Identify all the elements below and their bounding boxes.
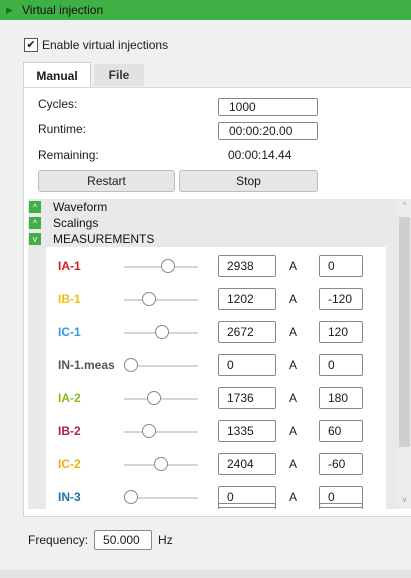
unit-label: A [289, 358, 298, 372]
measurement-row: IA-2 1736 A 180 [46, 387, 386, 411]
section-waveform-label: Waveform [53, 200, 108, 214]
section-waveform[interactable]: ^ Waveform [28, 200, 107, 214]
slider-track[interactable] [124, 299, 198, 301]
measurement-name: IA-2 [58, 391, 81, 405]
measurements-list: IA-1 2938 A 0 IB-1 1202 A -120 IC-1 2672 A 120 IN-1.… [46, 247, 386, 509]
unit-label: A [289, 490, 298, 504]
cycles-input[interactable]: 1000 [218, 98, 318, 116]
scrollbar-thumb[interactable] [399, 217, 410, 447]
angle-input[interactable]: 0 [319, 255, 363, 277]
section-measurements-label: MEASUREMENTS [53, 232, 155, 246]
enable-virtual-injections[interactable]: ✔ Enable virtual injections [24, 38, 168, 52]
vertical-scrollbar[interactable]: ^ v [398, 199, 411, 509]
slider-knob[interactable] [124, 490, 138, 504]
enable-label: Enable virtual injections [42, 38, 169, 52]
magnitude-input[interactable]: 1335 [218, 420, 276, 442]
magnitude-input[interactable]: 2404 [218, 453, 276, 475]
slider-knob[interactable] [142, 424, 156, 438]
frequency-input[interactable]: 50.000 [94, 530, 153, 550]
section-measurements[interactable]: v MEASUREMENTS [28, 232, 154, 246]
magnitude-input[interactable]: 2938 [218, 255, 276, 277]
magnitude-input[interactable]: 2672 [218, 321, 276, 343]
restart-button[interactable]: Restart [38, 170, 175, 192]
magnitude-input[interactable]: 1736 [218, 387, 276, 409]
scroll-up-icon[interactable]: ^ [400, 201, 409, 210]
section-scalings-label: Scalings [53, 216, 99, 230]
slider-track[interactable] [124, 398, 198, 400]
slider-knob[interactable] [124, 358, 138, 372]
angle-input[interactable]: 180 [319, 387, 363, 409]
slider-knob[interactable] [146, 391, 161, 405]
unit-label: A [289, 292, 298, 306]
tab-manual-label: Manual [36, 68, 78, 83]
chevron-down-icon[interactable]: v [29, 233, 41, 245]
magnitude-input[interactable]: 1202 [218, 288, 276, 310]
manual-panel: Cycles: 1000 Runtime: 00:00:20.00 Remain… [23, 87, 411, 517]
runtime-input[interactable]: 00:00:20.00 [218, 122, 318, 140]
tab-manual[interactable]: Manual [23, 62, 91, 88]
measurement-name: IC-1 [58, 325, 81, 339]
frequency-unit: Hz [158, 533, 173, 547]
angle-input[interactable]: -60 [319, 453, 363, 475]
slider-knob[interactable] [155, 325, 170, 339]
magnitude-input[interactable]: 0 [218, 354, 276, 376]
tab-file[interactable]: File [94, 64, 144, 86]
panel-title: Virtual injection [22, 3, 104, 17]
unit-label: A [289, 457, 298, 471]
section-scalings[interactable]: ^ Scalings [28, 216, 98, 230]
bottom-strip [0, 570, 411, 578]
measurement-row: IC-2 2404 A -60 [46, 453, 386, 477]
slider-knob[interactable] [161, 259, 176, 273]
measurement-row: IN-1.meas 0 A 0 [46, 354, 386, 378]
tab-bar: Manual File [23, 62, 144, 88]
measurement-row: IB-1 1202 A -120 [46, 288, 386, 312]
stop-button[interactable]: Stop [179, 170, 318, 192]
measurements-section: ^ Waveform ^ Scalings v MEASUREMENTS IA-… [28, 199, 411, 509]
chevron-up-icon[interactable]: ^ [29, 201, 41, 213]
runtime-label: Runtime: [38, 122, 87, 136]
remaining-label: Remaining: [38, 148, 99, 162]
measurement-name: IC-2 [58, 457, 81, 471]
angle-input[interactable]: 60 [319, 420, 363, 442]
measurement-row: IA-1 2938 A 0 [46, 255, 386, 279]
measurement-row: IB-2 1335 A 60 [46, 420, 386, 444]
chevron-up-icon[interactable]: ^ [29, 217, 41, 229]
unit-label: A [289, 424, 298, 438]
magnitude-input[interactable] [218, 503, 276, 509]
tab-file-label: File [108, 68, 130, 82]
measurement-name: IA-1 [58, 259, 81, 273]
measurement-name: IB-1 [58, 292, 81, 306]
frequency-label: Frequency: [28, 533, 89, 547]
remaining-value: 00:00:14.44 [228, 148, 292, 162]
enable-checkbox[interactable]: ✔ [24, 38, 38, 52]
unit-label: A [289, 259, 298, 273]
unit-label: A [289, 325, 298, 339]
angle-input[interactable]: 0 [319, 354, 363, 376]
scroll-down-icon[interactable]: v [400, 495, 409, 504]
angle-input[interactable] [319, 503, 363, 509]
cycles-label: Cycles: [38, 97, 78, 111]
measurement-name: IB-2 [58, 424, 81, 438]
measurement-row: IC-1 2672 A 120 [46, 321, 386, 345]
slider-knob[interactable] [154, 457, 168, 471]
measurement-name: IN-3 [58, 490, 81, 504]
triangle-right-icon: ▶ [6, 4, 13, 15]
angle-input[interactable]: 120 [319, 321, 363, 343]
measurement-name: IN-1.meas [58, 358, 115, 372]
unit-label: A [289, 391, 298, 405]
frequency-row: Frequency: 50.000 Hz [28, 530, 173, 550]
panel-header[interactable]: ▶ Virtual injection [0, 0, 411, 20]
slider-knob[interactable] [142, 292, 156, 306]
slider-track[interactable] [124, 431, 198, 433]
angle-input[interactable]: -120 [319, 288, 363, 310]
